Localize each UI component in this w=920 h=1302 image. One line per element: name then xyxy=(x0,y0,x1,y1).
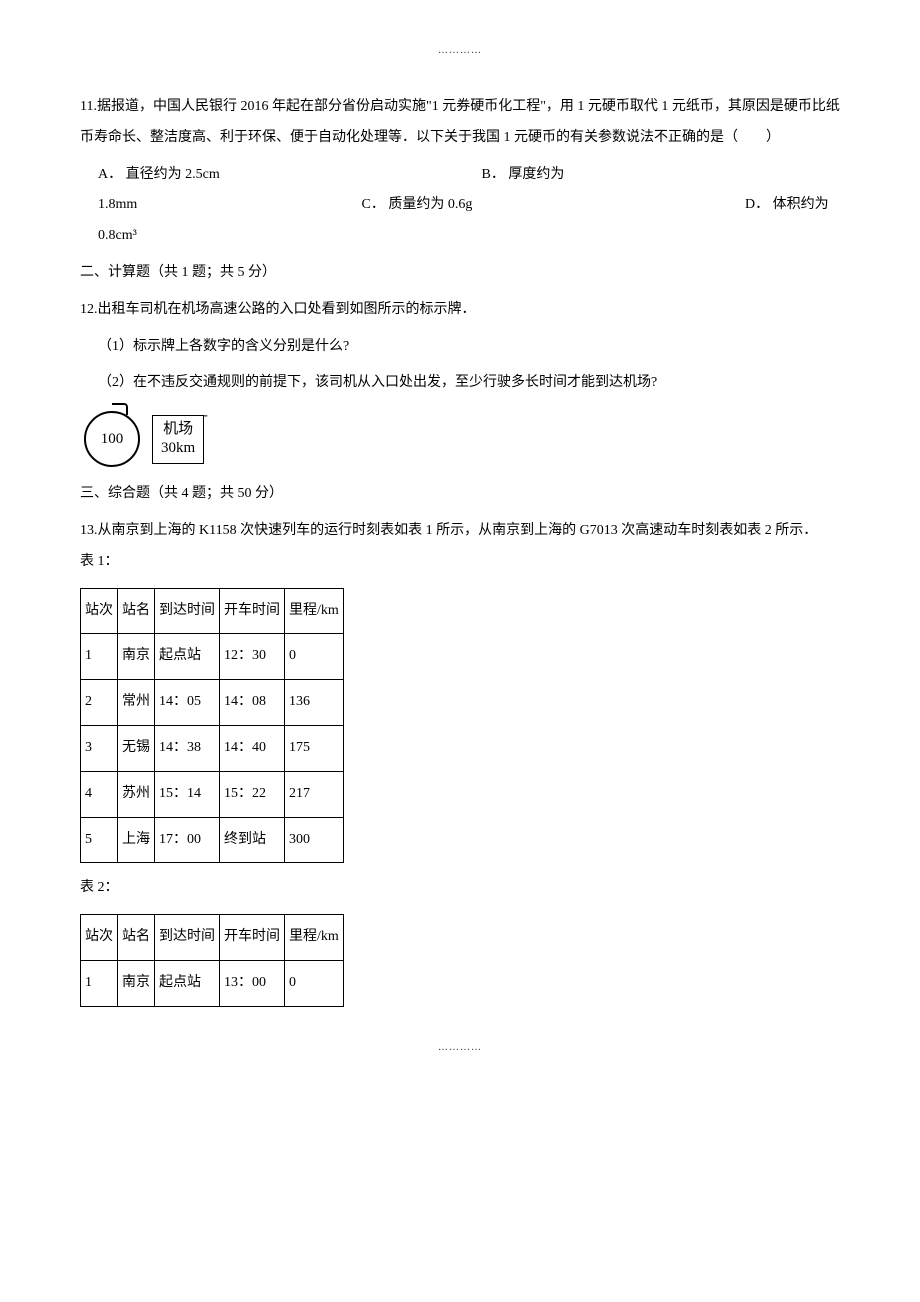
q11-text: 11.据报道，中国人民银行 2016 年起在部分省份启动实施"1 元券硬币化工程… xyxy=(80,92,840,154)
sign-pole-icon: ╶ xyxy=(200,410,207,422)
table-cell: 14：40 xyxy=(220,725,285,771)
table-cell: 上海 xyxy=(118,817,155,863)
q12-part2: （2）在不违反交通规则的前提下，该司机从入口处出发，至少行驶多长时间才能到达机场… xyxy=(80,368,840,399)
table-cell: 217 xyxy=(285,771,344,817)
table-cell: 0 xyxy=(285,634,344,680)
section-2-title: 二、计算题（共 1 题；共 5 分） xyxy=(80,258,840,289)
table-cell: 17：00 xyxy=(155,817,220,863)
table-head-cell: 到达时间 xyxy=(155,588,220,634)
q11-option-a: A． 直径约为 2.5cm xyxy=(98,160,478,191)
table-cell: 3 xyxy=(81,725,118,771)
table-row: 3 无锡 14：38 14：40 175 xyxy=(81,725,344,771)
table-cell: 2 xyxy=(81,680,118,726)
table-cell: 终到站 xyxy=(220,817,285,863)
table-cell: 起点站 xyxy=(155,960,220,1006)
q13-text: 13.从南京到上海的 K1158 次快速列车的运行时刻表如表 1 所示，从南京到… xyxy=(80,516,840,578)
q11-option-d: D． 体积约为 xyxy=(745,197,829,212)
table-cell: 12：30 xyxy=(220,634,285,680)
destination-sign: ╶ 机场 30km xyxy=(152,415,204,464)
table-row: 站次 站名 到达时间 开车时间 里程/km xyxy=(81,915,344,961)
table-cell: 5 xyxy=(81,817,118,863)
table-cell: 常州 xyxy=(118,680,155,726)
table-cell: 起点站 xyxy=(155,634,220,680)
table-head-cell: 站次 xyxy=(81,588,118,634)
table-row: 2 常州 14：05 14：08 136 xyxy=(81,680,344,726)
table-head-cell: 站次 xyxy=(81,915,118,961)
q11-options-row3: 0.8cm³ xyxy=(80,221,840,252)
document-page: ………… 11.据报道，中国人民银行 2016 年起在部分省份启动实施"1 元券… xyxy=(0,0,920,1099)
road-signs: 100 ╶ 机场 30km xyxy=(84,411,204,467)
q12-part1: （1）标示牌上各数字的含义分别是什么? xyxy=(80,332,840,363)
destination-name: 机场 xyxy=(163,421,193,437)
table-row: 1 南京 起点站 13：00 0 xyxy=(81,960,344,1006)
sign-pole-icon xyxy=(112,403,128,415)
table-head-cell: 站名 xyxy=(118,915,155,961)
table-head-cell: 开车时间 xyxy=(220,588,285,634)
table-2: 站次 站名 到达时间 开车时间 里程/km 1 南京 起点站 13：00 0 xyxy=(80,914,344,1007)
table-cell: 14：08 xyxy=(220,680,285,726)
q11-options-row1: A． 直径约为 2.5cm B． 厚度约为 xyxy=(80,160,840,191)
table-2-caption: 表 2： xyxy=(80,873,840,904)
q12-text: 12.出租车司机在机场高速公路的入口处看到如图所示的标示牌． xyxy=(80,295,840,326)
table-row: 5 上海 17：00 终到站 300 xyxy=(81,817,344,863)
speed-limit-value: 100 xyxy=(101,432,124,447)
table-row: 4 苏州 15：14 15：22 217 xyxy=(81,771,344,817)
table-cell: 13：00 xyxy=(220,960,285,1006)
table-cell: 南京 xyxy=(118,960,155,1006)
table-cell: 14：05 xyxy=(155,680,220,726)
speed-limit-sign: 100 xyxy=(84,411,140,467)
table-cell: 15：22 xyxy=(220,771,285,817)
page-bottom-decor: ………… xyxy=(80,1037,840,1059)
table-cell: 175 xyxy=(285,725,344,771)
page-top-decor: ………… xyxy=(80,40,840,62)
table-cell: 136 xyxy=(285,680,344,726)
section-3-title: 三、综合题（共 4 题；共 50 分） xyxy=(80,479,840,510)
table-head-cell: 到达时间 xyxy=(155,915,220,961)
q11-options-row2: 1.8mm C． 质量约为 0.6g D． 体积约为 xyxy=(80,190,840,221)
table-head-cell: 站名 xyxy=(118,588,155,634)
table-cell: 无锡 xyxy=(118,725,155,771)
table-1: 站次 站名 到达时间 开车时间 里程/km 1 南京 起点站 12：30 0 2… xyxy=(80,588,344,864)
table-cell: 15：14 xyxy=(155,771,220,817)
table-cell: 4 xyxy=(81,771,118,817)
table-cell: 苏州 xyxy=(118,771,155,817)
table-cell: 1 xyxy=(81,634,118,680)
table-cell: 0 xyxy=(285,960,344,1006)
q11-option-c: C． 质量约为 0.6g xyxy=(362,190,742,221)
table-cell: 南京 xyxy=(118,634,155,680)
table-cell: 14：38 xyxy=(155,725,220,771)
q11-option-b: B． 厚度约为 xyxy=(482,167,565,182)
q11-option-d-cont: 0.8cm³ xyxy=(98,228,137,243)
table-row: 1 南京 起点站 12：30 0 xyxy=(81,634,344,680)
table-head-cell: 里程/km xyxy=(285,915,344,961)
table-head-cell: 里程/km xyxy=(285,588,344,634)
table-row: 站次 站名 到达时间 开车时间 里程/km xyxy=(81,588,344,634)
destination-distance: 30km xyxy=(161,440,195,456)
table-cell: 1 xyxy=(81,960,118,1006)
table-head-cell: 开车时间 xyxy=(220,915,285,961)
q11-option-b-cont: 1.8mm xyxy=(98,190,358,221)
table-cell: 300 xyxy=(285,817,344,863)
